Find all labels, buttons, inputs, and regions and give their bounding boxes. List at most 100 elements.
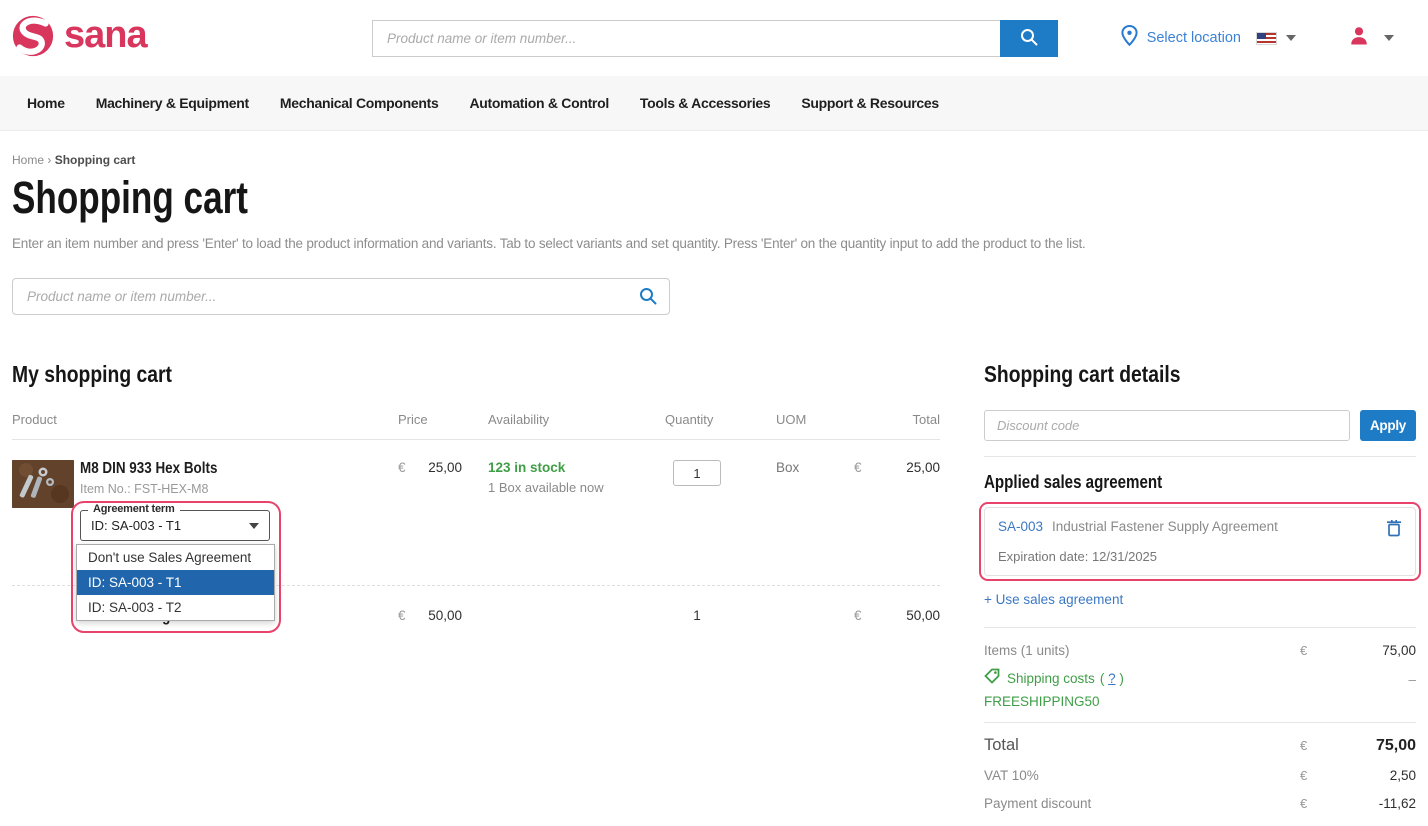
total-cell: € 25,00 xyxy=(842,460,940,585)
cart-row-hex-bolts: M8 DIN 933 Hex Bolts Item No.: FST-HEX-M… xyxy=(12,440,940,585)
col-quantity: Quantity xyxy=(642,412,752,427)
sana-logo[interactable]: sana xyxy=(10,13,372,64)
product-item-number: Item No.: FST-HEX-M8 xyxy=(80,482,270,496)
availability-cell xyxy=(476,608,642,626)
discount-row: Apply xyxy=(984,410,1416,441)
header-right: Select location xyxy=(1058,25,1428,52)
remove-agreement-button[interactable] xyxy=(1386,519,1402,540)
agreement-id-link[interactable]: SA-003 xyxy=(998,519,1043,534)
cart-details-panel: Shopping cart details Apply Applied sale… xyxy=(984,361,1416,826)
quantity-value: 1 xyxy=(642,608,752,626)
divider xyxy=(984,456,1416,457)
shipping-costs-label: Shipping costs xyxy=(1007,671,1095,686)
account-menu[interactable] xyxy=(1348,25,1394,52)
nav-item-home[interactable]: Home xyxy=(27,95,65,111)
chevron-down-icon xyxy=(249,523,259,529)
us-flag-icon xyxy=(1256,32,1277,45)
header-search xyxy=(372,20,1058,57)
total-value: 75,00 xyxy=(1326,737,1416,755)
language-caret-icon xyxy=(1286,35,1296,41)
product-name[interactable]: M8 DIN 933 Hex Bolts xyxy=(80,460,270,478)
stock-status: 123 in stock xyxy=(488,460,642,475)
applied-agreement-title: Applied sales agreement xyxy=(984,472,1416,493)
currency-symbol: € xyxy=(1300,768,1326,783)
currency-symbol: € xyxy=(854,460,862,585)
col-total: Total xyxy=(842,412,940,427)
nav-item-machinery-equipment[interactable]: Machinery & Equipment xyxy=(96,95,249,111)
account-caret-icon xyxy=(1384,35,1394,41)
search-icon xyxy=(1019,27,1039,50)
totals-total-row: Total € 75,00 xyxy=(984,736,1416,755)
location-label: Select location xyxy=(1147,30,1241,46)
shipping-code: FREESHIPPING50 xyxy=(984,694,1300,709)
quantity-cell xyxy=(642,460,752,585)
divider xyxy=(984,722,1416,723)
product-thumbnail[interactable] xyxy=(12,460,74,508)
sana-logo-icon xyxy=(10,13,56,64)
breadcrumb-current: Shopping cart xyxy=(55,153,136,167)
currency-symbol: € xyxy=(1300,738,1326,753)
quick-add-input[interactable] xyxy=(12,278,670,315)
header-search-input[interactable] xyxy=(372,20,1000,57)
price-cell: € 25,00 xyxy=(386,460,476,585)
product-cell: M8 DIN 933 Hex Bolts Item No.: FST-HEX-M… xyxy=(12,460,386,585)
page-description: Enter an item number and press 'Enter' t… xyxy=(12,236,1416,251)
nav-item-tools-accessories[interactable]: Tools & Accessories xyxy=(640,95,770,111)
vat-value: 2,50 xyxy=(1326,768,1416,783)
main-nav: Home Machinery & Equipment Mechanical Co… xyxy=(0,76,1428,131)
price-value: 50,00 xyxy=(428,608,462,626)
total-value: 25,00 xyxy=(906,460,940,585)
shipping-help-link[interactable]: ? xyxy=(1108,671,1116,686)
option-dont-use[interactable]: Don't use Sales Agreement xyxy=(77,545,274,570)
currency-symbol: € xyxy=(1300,796,1326,811)
sana-logo-word: sana xyxy=(64,16,147,54)
agreement-term-select[interactable]: Agreement term ID: SA-003 - T1 xyxy=(80,510,270,541)
agreement-name: Industrial Fastener Supply Agreement xyxy=(1052,519,1378,534)
currency-symbol: € xyxy=(854,608,862,626)
cart-section: My shopping cart Product Price Availabil… xyxy=(12,361,940,826)
search-icon[interactable] xyxy=(638,286,658,311)
col-uom: UOM xyxy=(752,412,842,427)
totals-vat-row: VAT 10% € 2,50 xyxy=(984,768,1416,783)
discount-code-input[interactable] xyxy=(984,410,1350,441)
use-sales-agreement-link[interactable]: + Use sales agreement xyxy=(984,592,1123,607)
option-sa003-t1[interactable]: ID: SA-003 - T1 xyxy=(77,570,274,595)
divider xyxy=(984,627,1416,628)
payment-discount-label: Payment discount xyxy=(984,796,1300,811)
nav-item-automation-control[interactable]: Automation & Control xyxy=(470,95,609,111)
totals-payment-discount-row: Payment discount € -11,62 xyxy=(984,796,1416,811)
apply-button[interactable]: Apply xyxy=(1360,410,1416,441)
location-selector[interactable]: Select location xyxy=(1121,25,1296,51)
totals-items-row: Items (1 units) € 75,00 xyxy=(984,643,1416,658)
col-availability: Availability xyxy=(476,412,642,427)
payment-discount-value: -11,62 xyxy=(1326,796,1416,811)
agreement-expiration: Expiration date: 12/31/2025 xyxy=(998,549,1402,564)
breadcrumb-separator: › xyxy=(47,153,51,167)
total-value: 50,00 xyxy=(906,608,940,626)
uom-cell: Box xyxy=(752,460,842,585)
currency-symbol: € xyxy=(1300,643,1326,658)
tag-icon xyxy=(984,668,1000,689)
col-price: Price xyxy=(386,412,476,427)
trash-icon xyxy=(1386,525,1402,540)
header-search-button[interactable] xyxy=(1000,20,1058,57)
paren-close: ) xyxy=(1119,671,1124,686)
breadcrumb-home[interactable]: Home xyxy=(12,153,44,167)
person-icon xyxy=(1348,25,1370,52)
items-value: 75,00 xyxy=(1326,643,1416,658)
breadcrumb: Home › Shopping cart xyxy=(12,153,1416,167)
agreement-term-widget: Agreement term ID: SA-003 - T1 Don't use… xyxy=(80,510,270,541)
price-cell: € 50,00 xyxy=(386,608,476,626)
cart-title: My shopping cart xyxy=(12,361,940,388)
option-sa003-t2[interactable]: ID: SA-003 - T2 xyxy=(77,595,274,620)
main-content: Home › Shopping cart Shopping cart Enter… xyxy=(0,153,1428,826)
site-header: sana Select location xyxy=(0,0,1428,76)
paren-open: ( xyxy=(1100,671,1105,686)
price-value: 25,00 xyxy=(428,460,462,585)
quantity-input[interactable] xyxy=(673,460,721,486)
currency-symbol: € xyxy=(398,460,406,585)
nav-item-support-resources[interactable]: Support & Resources xyxy=(801,95,938,111)
nav-item-mechanical-components[interactable]: Mechanical Components xyxy=(280,95,439,111)
page-title: Shopping cart xyxy=(12,175,1416,220)
total-cell: € 50,00 xyxy=(842,608,940,626)
